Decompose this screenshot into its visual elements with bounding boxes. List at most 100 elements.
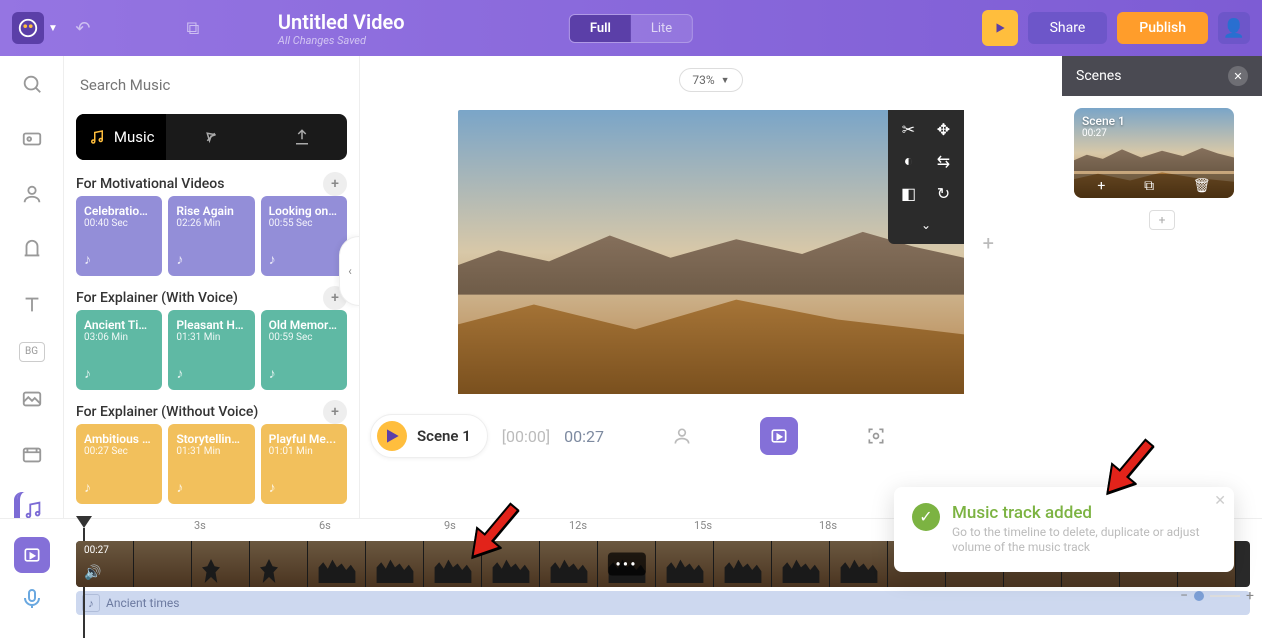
time-start: [00:00] [502,427,550,446]
zoom-dropdown[interactable]: 73% ▼ [679,68,742,92]
scene-thumb-time: 00:27 [1082,128,1107,139]
search-music-input[interactable] [76,68,347,102]
cut-icon[interactable]: ✂ [896,118,921,140]
add-category-button[interactable]: + [323,400,347,424]
scene-bar: Scene 1 [00:00] 00:27 [360,414,1062,458]
add-scene-right[interactable]: + [983,231,994,255]
person-icon[interactable] [672,426,692,446]
timeline-video-icon[interactable] [14,537,50,573]
image-icon[interactable] [14,382,50,417]
duplicate-scene-icon[interactable]: ⧉ [1144,178,1154,194]
undo-button[interactable]: ↶ [68,13,98,43]
audio-track[interactable]: ♪ Ancient times [76,591,1250,615]
character-icon[interactable] [14,176,50,211]
add-category-button[interactable]: + [323,172,347,196]
music-card[interactable]: Old Memories00:59 Sec ♪ [261,310,347,390]
zoom-out-icon[interactable]: − [1180,588,1188,604]
delete-scene-icon[interactable]: 🗑 [1193,178,1211,194]
music-card-row: Ambitious D...00:27 Sec♪Storytelling ...… [76,424,347,504]
publish-button[interactable]: Publish [1117,12,1208,44]
timeline-mic-icon[interactable] [14,581,50,617]
close-scenes-button[interactable]: ✕ [1228,66,1248,86]
track-duration: 00:40 Sec [84,218,154,229]
track-title: Looking on ... [269,204,339,218]
tab-upload-music[interactable] [257,114,347,160]
canvas-edit-tools: ✂ ✥ ◐ ⇆ ◧ ↻ ⌄ [888,110,964,244]
music-note-icon: ♪ [176,365,246,382]
toast-title: Music track added [952,503,1216,523]
clip-icon[interactable] [760,417,798,455]
music-category-header: For Explainer (Without Voice) + [76,400,347,424]
track-duration: 00:27 Sec [84,446,154,457]
music-card[interactable]: Pleasant Ha...01:31 Min♪ [168,310,254,390]
scene-selector[interactable]: Scene 1 [370,414,488,458]
toast-notification: ✓ Music track added Go to the timeline t… [894,487,1234,572]
rotate-icon[interactable]: ↻ [931,182,956,204]
logo-dropdown[interactable]: ▼ [12,12,58,44]
background-icon[interactable]: BG [19,342,45,362]
track-title: Old Memories [269,318,339,332]
swap-icon[interactable]: ⇆ [931,150,956,172]
music-card[interactable]: Looking on ...00:55 Sec♪ [261,196,347,276]
ruler-mark: 15s [694,519,712,532]
music-note-icon: ♪ [269,365,339,382]
category-title: For Motivational Videos [76,176,224,192]
camera-focus-icon[interactable] [866,426,886,446]
zoom-in-icon[interactable]: + [1246,588,1254,604]
collapse-panel-button[interactable]: ‹ [339,236,360,306]
music-card[interactable]: Ambitious D...00:27 Sec♪ [76,424,162,504]
track-title: Storytelling ... [176,432,246,446]
close-toast-button[interactable]: ✕ [1214,493,1226,509]
scene-thumb-label: Scene 1 [1082,114,1125,128]
track-duration: 01:01 Min [269,446,339,457]
music-card[interactable]: Celebration ...00:40 Sec♪ [76,196,162,276]
video-icon[interactable] [14,437,50,472]
track-duration: 01:31 Min [176,332,246,343]
category-title: For Explainer (Without Voice) [76,404,258,420]
music-card-row: Celebration ...00:40 Sec♪Rise Again02:26… [76,196,347,276]
search-icon[interactable] [14,66,50,101]
track-title: Playful Me... [269,432,339,446]
copy-button[interactable]: ⧉ [178,13,208,43]
scene-thumbnail[interactable]: Scene 1 00:27 + ⧉ 🗑 [1074,108,1234,198]
preview-button[interactable] [982,10,1018,46]
track-duration: 00:59 Sec [269,332,339,343]
music-card[interactable]: Playful Me...01:01 Min♪ [261,424,347,504]
time-end: 00:27 [564,427,604,446]
crop-icon[interactable]: ◧ [896,182,921,204]
text-icon[interactable] [14,287,50,322]
tab-sound-fx[interactable] [166,114,256,160]
share-button[interactable]: Share [1028,12,1108,44]
props-icon[interactable] [14,232,50,267]
music-card[interactable]: Rise Again02:26 Min♪ [168,196,254,276]
scene-thumb-tools: + ⧉ 🗑 [1074,174,1234,198]
chevron-down-icon: ▼ [48,23,58,34]
scenes-icon[interactable] [14,121,50,156]
project-title[interactable]: Untitled Video [278,10,405,34]
timeline-zoom[interactable]: − + [1180,588,1254,604]
ruler-mark: 18s [819,519,837,532]
play-scene-button[interactable] [377,421,407,451]
volume-icon[interactable]: 🔊 [84,565,101,581]
more-frames-icon[interactable]: ••• [607,553,645,576]
expand-tools-icon[interactable]: ⌄ [896,214,956,236]
move-icon[interactable]: ✥ [931,118,956,140]
music-card[interactable]: Storytelling ...01:31 Min♪ [168,424,254,504]
mode-full[interactable]: Full [570,15,631,42]
add-scene-button[interactable]: + [1149,210,1175,230]
music-card[interactable]: Ancient Times03:06 Min♪ [76,310,162,390]
music-note-icon: ♪ [84,251,154,268]
track-title: Ambitious D... [84,432,154,446]
tab-music[interactable]: Music [76,114,166,160]
contrast-icon[interactable]: ◐ [896,150,921,172]
user-avatar[interactable]: 👤 [1218,12,1250,44]
top-bar: ▼ ↶ ⧉ Untitled Video All Changes Saved F… [0,0,1262,56]
music-category-header: For Motivational Videos + [76,172,347,196]
add-scene-icon[interactable]: + [1097,178,1105,194]
playhead[interactable] [76,516,92,528]
zoom-handle[interactable] [1194,591,1204,601]
canvas-frame[interactable]: ✂ ✥ ◐ ⇆ ◧ ↻ ⌄ [458,110,964,394]
mode-lite[interactable]: Lite [631,15,692,42]
toast-body: Go to the timeline to delete, duplicate … [952,525,1216,556]
audio-track-name: Ancient times [106,596,179,610]
